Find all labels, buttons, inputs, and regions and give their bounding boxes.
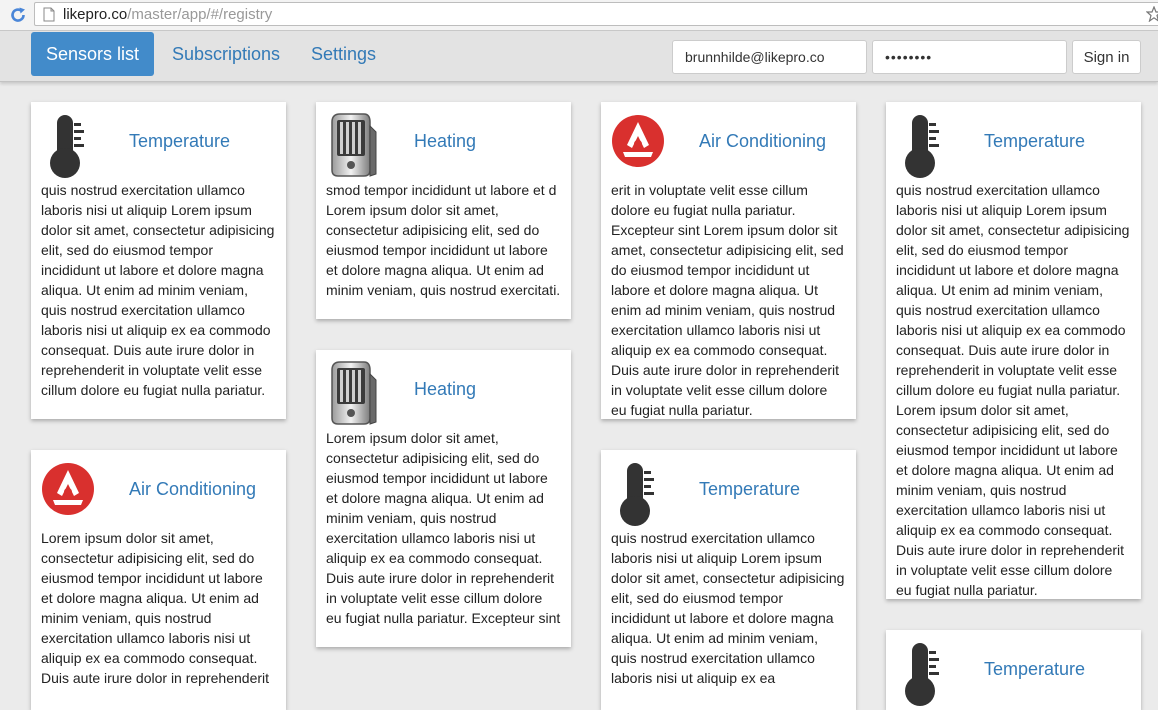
- email-input[interactable]: [672, 40, 867, 74]
- heater-icon: [326, 112, 386, 180]
- sensor-description: Lorem ipsum dolor sit amet, consectetur …: [41, 530, 270, 686]
- url-text: likepro.co/master/app/#/registry: [63, 6, 273, 23]
- sensor-title-link[interactable]: Heating: [414, 131, 476, 152]
- sign-in-button[interactable]: Sign in: [1072, 40, 1141, 74]
- reload-icon[interactable]: [9, 6, 27, 24]
- sensor-card: Heating smod tempor incididunt ut labore…: [316, 102, 571, 319]
- sensor-title-link[interactable]: Temperature: [129, 131, 230, 152]
- sensor-card: Temperature quis nostrud exercitation ul…: [886, 102, 1141, 599]
- air-conditioning-icon: [41, 460, 101, 528]
- sensor-title-link[interactable]: Heating: [414, 379, 476, 400]
- air-conditioning-icon: [611, 112, 671, 180]
- page-icon: [43, 7, 55, 22]
- sensor-description: quis nostrud exercitation ullamco labori…: [41, 182, 275, 398]
- nav-subscriptions[interactable]: Subscriptions: [157, 32, 295, 76]
- sensor-card: Air Conditioning Lorem ipsum dolor sit a…: [31, 450, 286, 710]
- sensor-description: smod tempor incididunt ut labore et d Lo…: [326, 182, 561, 298]
- sensor-title-link[interactable]: Temperature: [984, 659, 1085, 680]
- sensor-title-link[interactable]: Temperature: [699, 479, 800, 500]
- url-field[interactable]: likepro.co/master/app/#/registry: [34, 2, 1158, 26]
- sensor-title-link[interactable]: Air Conditioning: [699, 131, 826, 152]
- sensor-description: Lorem ipsum dolor sit amet, consectetur …: [326, 430, 561, 626]
- nav-sensors-list[interactable]: Sensors list: [31, 32, 155, 76]
- thermometer-icon: [896, 640, 956, 708]
- sensor-description: quis nostrud exercitation ullamco labori…: [611, 530, 845, 686]
- sensor-title-link[interactable]: Temperature: [984, 131, 1085, 152]
- thermometer-icon: [611, 460, 671, 528]
- sensor-card: Air Conditioning erit in voluptate velit…: [601, 102, 856, 419]
- nav-settings[interactable]: Settings: [296, 32, 391, 76]
- password-input[interactable]: [872, 40, 1067, 74]
- sensor-card: Temperature: [886, 630, 1141, 710]
- top-navbar: Sensors list Subscriptions Settings Sign…: [0, 31, 1158, 82]
- sensor-title-link[interactable]: Air Conditioning: [129, 479, 256, 500]
- sensor-card: Temperature quis nostrud exercitation ul…: [31, 102, 286, 419]
- browser-address-bar: likepro.co/master/app/#/registry: [0, 0, 1158, 31]
- heater-icon: [326, 360, 386, 428]
- sensor-description: quis nostrud exercitation ullamco labori…: [896, 182, 1130, 598]
- bookmark-star-icon[interactable]: [1146, 6, 1158, 22]
- sensor-card: Temperature quis nostrud exercitation ul…: [601, 450, 856, 710]
- sensor-card: Heating Lorem ipsum dolor sit amet, cons…: [316, 350, 571, 647]
- thermometer-icon: [41, 112, 101, 180]
- sensor-description: erit in voluptate velit esse cillum dolo…: [611, 182, 844, 418]
- thermometer-icon: [896, 112, 956, 180]
